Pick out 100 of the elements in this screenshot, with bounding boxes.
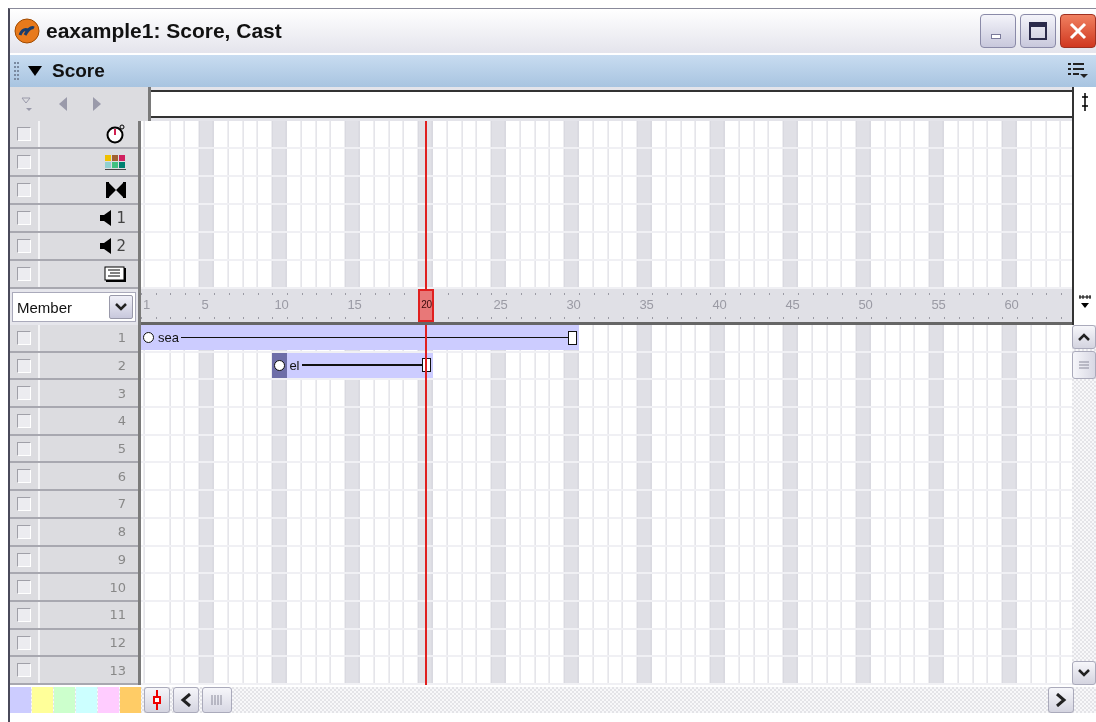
- channel-track[interactable]: [141, 233, 1072, 261]
- color-swatch[interactable]: [32, 686, 53, 713]
- channel-track[interactable]: [141, 657, 1072, 685]
- options-menu-icon[interactable]: [1068, 62, 1088, 80]
- speaker-icon: [100, 238, 113, 254]
- stopwatch-icon: [106, 124, 126, 144]
- channel-checkbox[interactable]: [17, 211, 31, 225]
- channel-checkbox[interactable]: [17, 414, 31, 429]
- channel-checkbox[interactable]: [17, 386, 31, 401]
- playhead-icon: [152, 689, 162, 710]
- channel-track[interactable]: el: [141, 352, 1072, 381]
- channel-track[interactable]: sea: [141, 325, 1072, 353]
- color-swatch[interactable]: [120, 686, 141, 713]
- grip-lines-icon: [211, 694, 223, 705]
- channel-number: 8: [117, 524, 126, 540]
- maximize-button[interactable]: [1020, 14, 1056, 48]
- channel-checkbox[interactable]: [17, 358, 31, 373]
- channel-track[interactable]: [141, 518, 1072, 547]
- channel-checkbox[interactable]: [17, 441, 31, 456]
- display-dropdown[interactable]: Member: [12, 292, 136, 322]
- channel-checkbox[interactable]: [17, 267, 31, 281]
- channel-number: 11: [109, 607, 126, 623]
- marker-menu-icon[interactable]: [20, 96, 34, 112]
- color-swatch[interactable]: [98, 686, 119, 713]
- channel-number: 1: [117, 330, 126, 346]
- speaker-icon: [100, 210, 113, 226]
- grip-icon[interactable]: [14, 62, 20, 80]
- color-swatch[interactable]: [10, 686, 31, 713]
- channel-track[interactable]: [141, 177, 1072, 205]
- chevron-down-icon: [115, 303, 127, 311]
- chevron-down-icon: [1078, 668, 1090, 677]
- channel-track[interactable]: [141, 261, 1072, 289]
- channel-checkbox[interactable]: [17, 497, 31, 512]
- split-handle-icon[interactable]: [1082, 93, 1088, 111]
- channel-checkbox[interactable]: [17, 552, 31, 567]
- center-playhead-button[interactable]: [144, 686, 170, 713]
- frame-number: 40: [712, 297, 727, 312]
- frame-ruler[interactable]: 1 5 10 15 20 25 30 35 40 45 50 55 60: [141, 289, 1072, 325]
- channel-number: 10: [109, 579, 126, 595]
- playhead[interactable]: 20: [418, 289, 435, 322]
- channel-checkbox[interactable]: [17, 183, 31, 197]
- window-title: eaxample1: Score, Cast: [46, 19, 282, 43]
- channel-checkbox[interactable]: [17, 580, 31, 595]
- channel-track[interactable]: [141, 601, 1072, 630]
- scroll-down-button[interactable]: [1072, 660, 1096, 685]
- channel-number: 4: [117, 413, 126, 429]
- channel-track[interactable]: [141, 546, 1072, 575]
- channel-checkbox[interactable]: [17, 127, 31, 141]
- close-icon: [1069, 22, 1087, 40]
- channel-checkbox[interactable]: [17, 524, 31, 539]
- channel-checkbox[interactable]: [17, 239, 31, 253]
- chevron-left-icon: [180, 692, 192, 707]
- panel-title: Score: [52, 60, 105, 82]
- chevron-up-icon: [1078, 333, 1090, 341]
- frame-number: 15: [347, 297, 362, 312]
- frame-number: 50: [858, 297, 873, 312]
- scroll-left-button[interactable]: [173, 686, 199, 713]
- channel-number: 12: [109, 634, 126, 650]
- close-button[interactable]: [1060, 14, 1096, 48]
- channel-track[interactable]: [141, 629, 1072, 658]
- channel-checkbox[interactable]: [17, 635, 31, 650]
- channel-track[interactable]: [141, 121, 1072, 149]
- sprite-span[interactable]: sea: [141, 325, 579, 350]
- channel-track[interactable]: [141, 380, 1072, 409]
- scroll-right-button[interactable]: [1048, 686, 1074, 713]
- grip-lines-icon: [1079, 361, 1089, 369]
- channel-checkbox[interactable]: [17, 469, 31, 484]
- channel-track[interactable]: [141, 463, 1072, 492]
- previous-marker-icon[interactable]: [58, 97, 68, 111]
- channel-checkbox[interactable]: [17, 331, 31, 345]
- scroll-up-button[interactable]: [1072, 325, 1096, 349]
- channel-track[interactable]: [141, 574, 1072, 602]
- minimize-button[interactable]: [980, 14, 1016, 48]
- channel-number: 3: [117, 385, 126, 401]
- frame-number: 30: [566, 297, 581, 312]
- channel-label: 2: [116, 237, 126, 255]
- frame-number: 35: [639, 297, 654, 312]
- channel-checkbox[interactable]: [17, 663, 31, 678]
- collapse-triangle-icon[interactable]: [28, 65, 42, 77]
- frame-number: 45: [785, 297, 800, 312]
- next-marker-icon[interactable]: [92, 97, 102, 111]
- marker-bar[interactable]: [151, 90, 1072, 118]
- channel-track[interactable]: [141, 408, 1072, 436]
- channel-track[interactable]: [141, 149, 1072, 177]
- channel-track[interactable]: [141, 435, 1072, 464]
- channel-label: 1: [116, 209, 126, 227]
- minimize-icon: [991, 33, 1001, 39]
- color-palette-icon: [104, 154, 126, 170]
- channel-track[interactable]: [141, 491, 1072, 519]
- scroll-thumb[interactable]: [202, 686, 232, 713]
- channel-track[interactable]: [141, 205, 1072, 233]
- sprite-span[interactable]: el: [272, 352, 433, 378]
- channel-checkbox[interactable]: [17, 607, 31, 622]
- transition-icon: [106, 182, 126, 198]
- scroll-thumb[interactable]: [1072, 351, 1096, 379]
- channel-number: 2: [117, 358, 126, 374]
- channel-checkbox[interactable]: [17, 155, 31, 169]
- channel-number: 7: [117, 496, 126, 512]
- color-swatch[interactable]: [54, 686, 75, 713]
- color-swatch[interactable]: [76, 686, 97, 713]
